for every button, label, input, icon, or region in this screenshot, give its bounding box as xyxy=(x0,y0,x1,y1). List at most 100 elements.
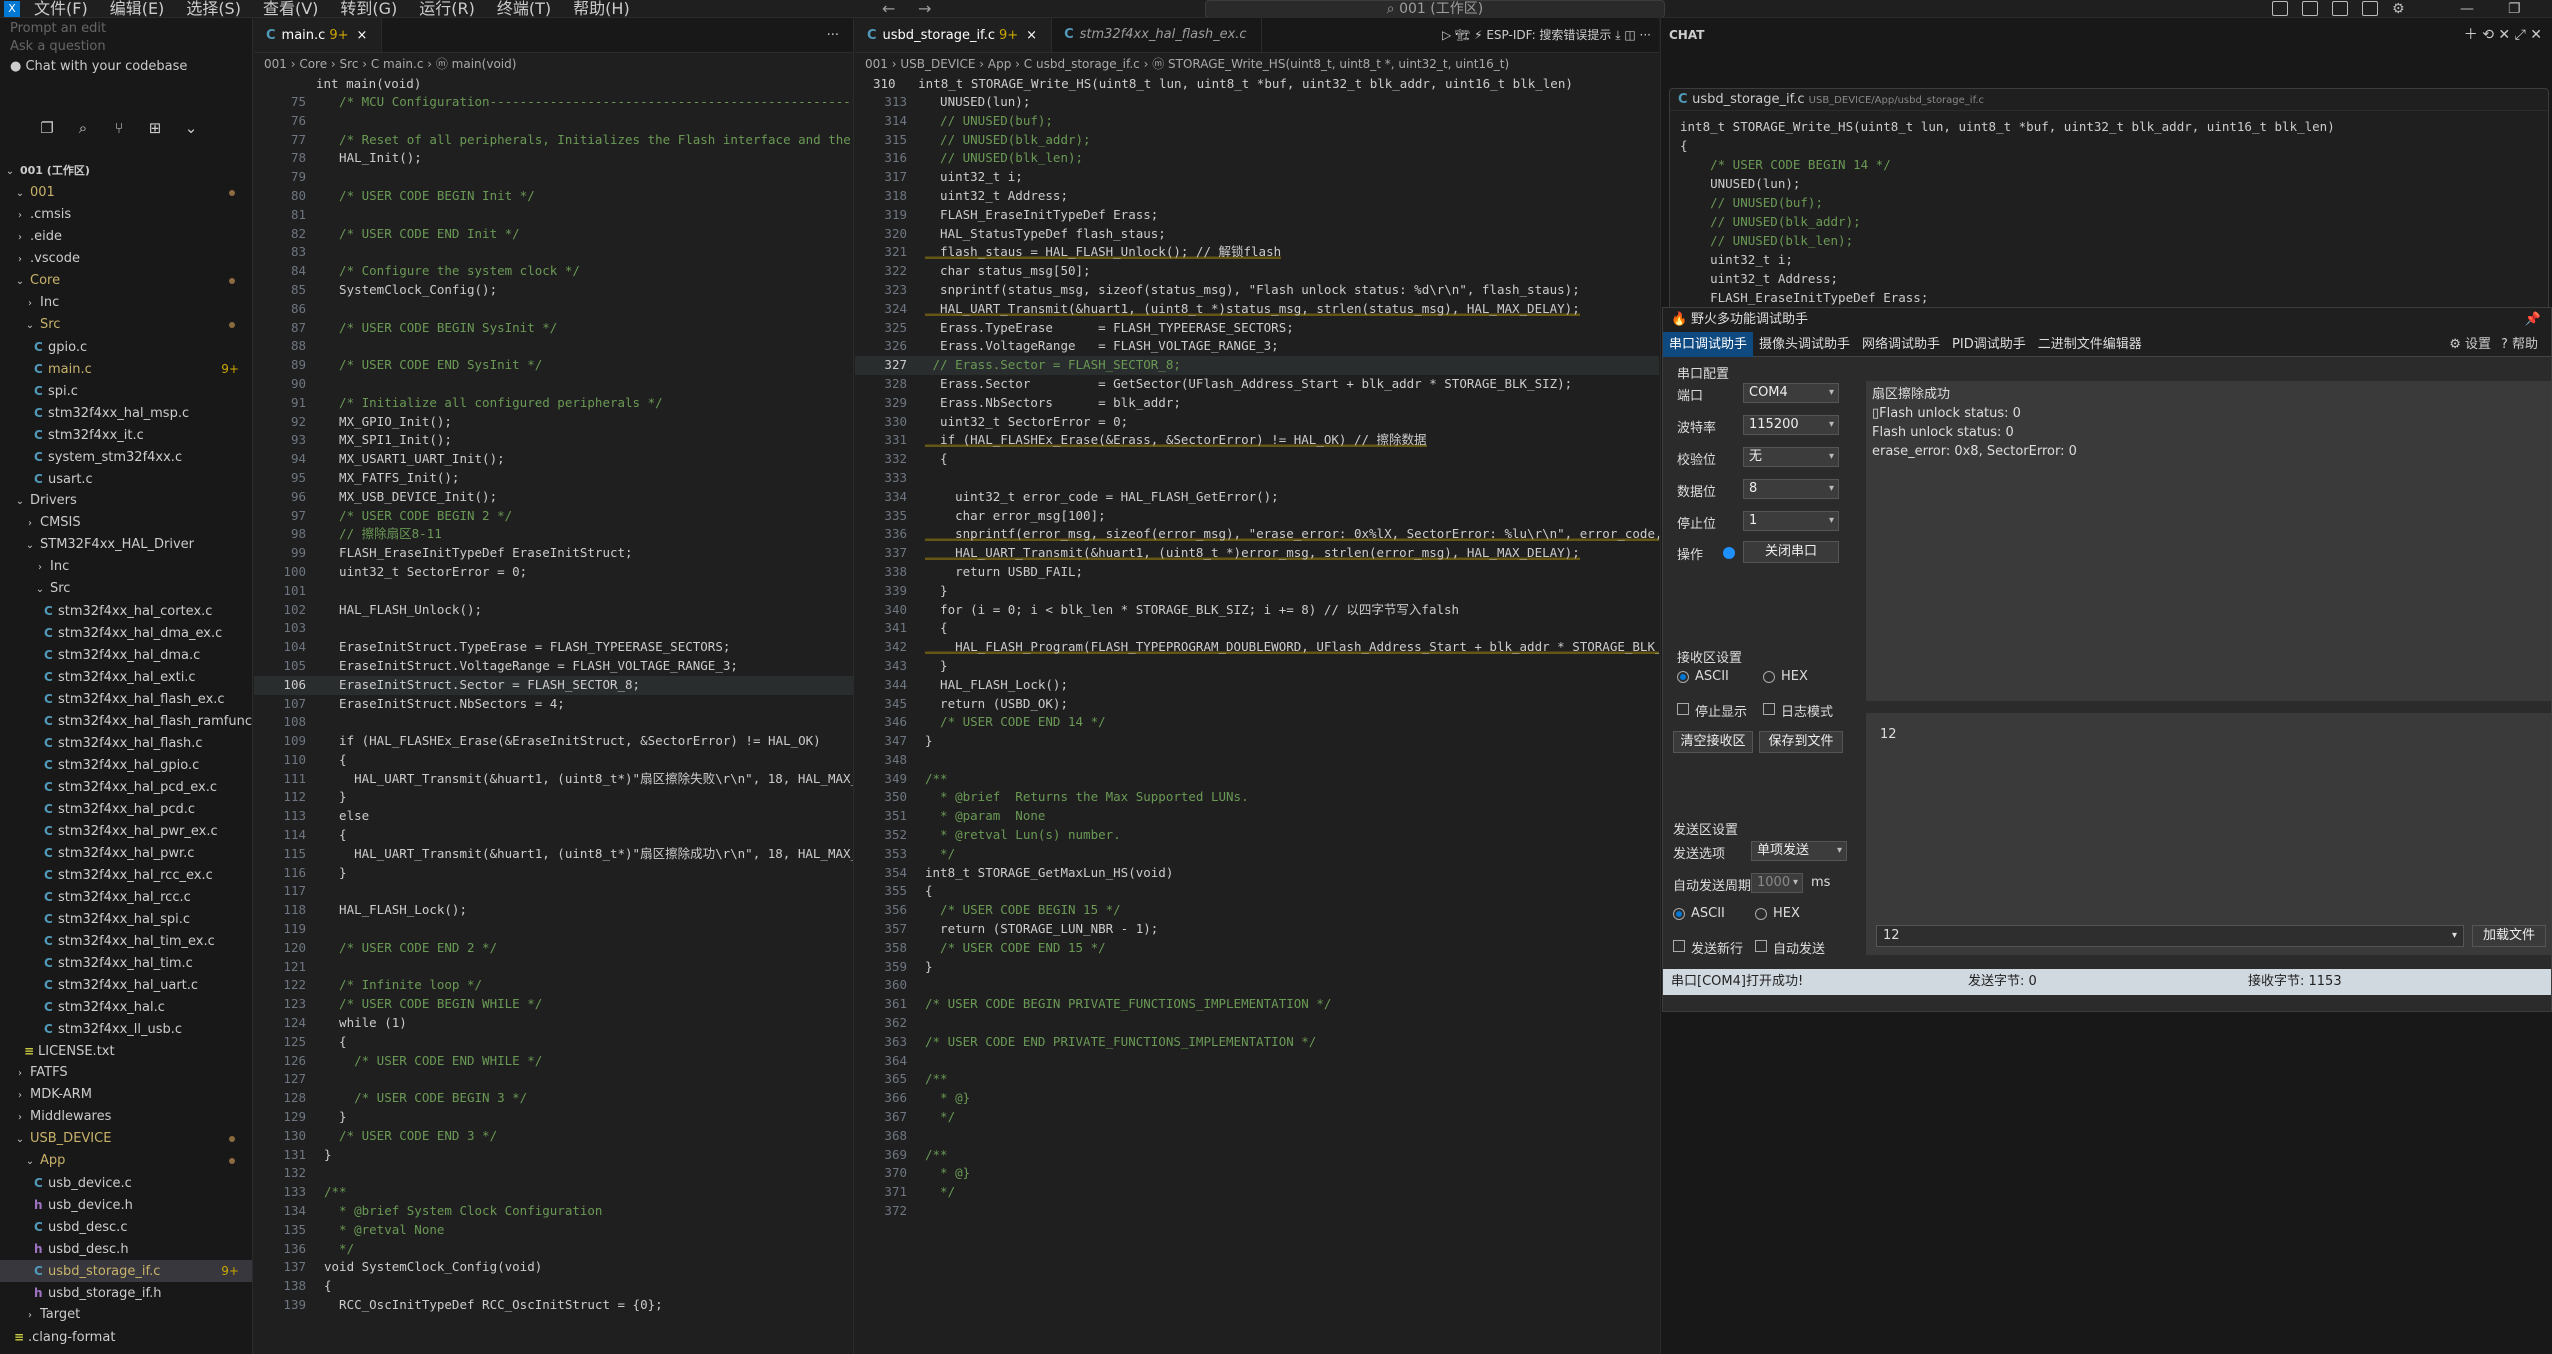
menu-go[interactable]: 转到(G) xyxy=(340,0,397,17)
folder-item[interactable]: ⌄ Core xyxy=(0,270,252,292)
folder-item[interactable]: › .vscode xyxy=(0,248,252,270)
code-line[interactable]: 100 uint32_t SectorError = 0; xyxy=(254,563,853,582)
code-line[interactable]: 354 int8_t STORAGE_GetMaxLun_HS(void) xyxy=(855,864,1659,883)
toggle-sidebar-icon[interactable] xyxy=(2272,1,2288,16)
settings-button[interactable]: ⚙ 设置 xyxy=(2449,332,2491,357)
log-mode-checkbox[interactable] xyxy=(1763,703,1775,715)
recv-hex-radio[interactable] xyxy=(1763,671,1775,683)
toggle-secondary-sidebar-icon[interactable] xyxy=(2332,1,2348,16)
code-line[interactable]: 314 // UNUSED(buf); xyxy=(855,112,1659,131)
folder-item[interactable]: › Middlewares xyxy=(0,1106,252,1128)
back-arrow-icon[interactable]: ← xyxy=(882,0,895,17)
code-line[interactable]: 353 */ xyxy=(855,845,1659,864)
code-line[interactable]: 138 { xyxy=(254,1277,853,1296)
new-chat-icon[interactable]: ＋ xyxy=(2464,27,2482,43)
folder-item[interactable]: › .eide xyxy=(0,226,252,248)
pin-icon[interactable]: 📌 xyxy=(2525,308,2541,332)
chat-with-codebase[interactable]: ● Chat with your codebase xyxy=(0,56,187,78)
code-line[interactable]: 77 /* Reset of all peripherals, Initiali… xyxy=(254,131,853,150)
file-item[interactable]: Cstm32f4xx_ll_usb.c xyxy=(0,1018,252,1040)
command-center-search[interactable]: ⌕ 001 (工作区) xyxy=(1205,0,1665,17)
minimize-icon[interactable]: — xyxy=(2460,0,2474,17)
folder-item[interactable]: › Inc xyxy=(0,556,252,578)
code-line[interactable]: 136 */ xyxy=(254,1240,853,1259)
file-item[interactable]: Cstm32f4xx_hal_flash.c xyxy=(0,732,252,754)
send-ascii-radio[interactable] xyxy=(1673,908,1685,920)
code-line[interactable]: 79 xyxy=(254,168,853,187)
code-area[interactable]: 313 UNUSED(lun); 314 // UNUSED(buf); 315 /… xyxy=(855,93,1659,1221)
folder-item[interactable]: ⌄ Src xyxy=(0,314,252,336)
menu-view[interactable]: 查看(V) xyxy=(263,0,318,17)
code-line[interactable]: 357 return (STORAGE_LUN_NBR - 1); xyxy=(855,920,1659,939)
file-item[interactable]: Cspi.c xyxy=(0,380,252,402)
code-line[interactable]: 108 xyxy=(254,713,853,732)
code-line[interactable]: 319 FLASH_EraseInitTypeDef Erass; xyxy=(855,206,1659,225)
help-button[interactable]: ? 帮助 xyxy=(2501,332,2551,357)
build-icon[interactable]: 🏗 xyxy=(1455,28,1474,42)
code-line[interactable]: 360 xyxy=(855,976,1659,995)
code-line[interactable]: 127 xyxy=(254,1070,853,1089)
clear-recv-button[interactable]: 清空接收区 xyxy=(1673,731,1753,753)
menu-help[interactable]: 帮助(H) xyxy=(573,0,630,17)
history-icon[interactable]: ⟲ xyxy=(2482,27,2498,43)
code-line[interactable]: 363 /* USER CODE END PRIVATE_FUNCTIONS_IM… xyxy=(855,1033,1659,1052)
code-line[interactable]: 119 xyxy=(254,920,853,939)
code-line[interactable]: 318 uint32_t Address; xyxy=(855,187,1659,206)
auto-period-input[interactable]: 1000 xyxy=(1751,873,1803,893)
file-item[interactable]: Cstm32f4xx_hal_cortex.c xyxy=(0,600,252,622)
port-select[interactable]: COM4 xyxy=(1743,383,1839,403)
chat-suggestion-edit[interactable]: Prompt an edit xyxy=(0,20,187,38)
file-item[interactable]: Cstm32f4xx_hal_pwr_ex.c xyxy=(0,820,252,842)
code-line[interactable]: 344 HAL_FLASH_Lock(); xyxy=(855,676,1659,695)
source-control-icon[interactable]: ⑂ xyxy=(110,119,128,137)
file-item[interactable]: Cstm32f4xx_hal_dma.c xyxy=(0,644,252,666)
send-area[interactable]: 12 12 ▾ 加载文件 xyxy=(1866,713,2551,955)
close-icon[interactable]: × xyxy=(356,28,367,43)
tab-camera[interactable]: 摄像头调试助手 xyxy=(1753,332,1856,357)
code-line[interactable]: 328 Erass.Sector = GetSector(UFlash_Addr… xyxy=(855,375,1659,394)
code-line[interactable]: 90 xyxy=(254,375,853,394)
code-line[interactable]: 361 /* USER CODE BEGIN PRIVATE_FUNCTIONS_… xyxy=(855,995,1659,1014)
more-chevron-icon[interactable]: ⌄ xyxy=(182,119,200,137)
expand-icon[interactable]: ⤢ xyxy=(2515,27,2531,43)
code-line[interactable]: 84 /* Configure the system clock */ xyxy=(254,262,853,281)
file-item[interactable]: ≡ LICENSE.txt xyxy=(0,1040,252,1062)
code-line[interactable]: 105 EraseInitStruct.VoltageRange = FLASH… xyxy=(254,657,853,676)
code-line[interactable]: 124 while (1) xyxy=(254,1014,853,1033)
file-item[interactable]: Cstm32f4xx_hal_flash_ex.c xyxy=(0,688,252,710)
recv-ascii-radio[interactable] xyxy=(1677,671,1689,683)
code-line[interactable]: 369 /** xyxy=(855,1146,1659,1165)
search-icon[interactable]: ⌕ xyxy=(74,119,92,137)
code-line[interactable]: 87 /* USER CODE BEGIN SysInit */ xyxy=(254,319,853,338)
file-item[interactable]: Cusart.c xyxy=(0,468,252,490)
code-line[interactable]: 114 { xyxy=(254,826,853,845)
code-line[interactable]: 95 MX_FATFS_Init(); xyxy=(254,469,853,488)
code-line[interactable]: 81 xyxy=(254,206,853,225)
code-line[interactable]: 80 /* USER CODE BEGIN Init */ xyxy=(254,187,853,206)
code-line[interactable]: 83 xyxy=(254,243,853,262)
code-line[interactable]: 111 HAL_UART_Transmit(&huart1, (uint8_t*… xyxy=(254,770,853,789)
code-line[interactable]: 321 flash_staus = HAL_FLASH_Unlock(); //… xyxy=(855,243,1659,262)
code-line[interactable]: 128 /* USER CODE BEGIN 3 */ xyxy=(254,1089,853,1108)
code-line[interactable]: 82 /* USER CODE END Init */ xyxy=(254,225,853,244)
code-line[interactable]: 133 /** xyxy=(254,1183,853,1202)
split-editor-icon[interactable]: ◫ xyxy=(1624,28,1639,42)
tab-binary-editor[interactable]: 二进制文件编辑器 xyxy=(2032,332,2148,357)
file-item[interactable]: Cstm32f4xx_hal_tim_ex.c xyxy=(0,930,252,952)
tab-hal-flash-ex[interactable]: Cstm32f4xx_hal_flash_ex.c xyxy=(1052,18,1262,52)
folder-item[interactable]: › Inc xyxy=(0,292,252,314)
baud-select[interactable]: 115200 xyxy=(1743,415,1839,435)
code-line[interactable]: 97 /* USER CODE BEGIN 2 */ xyxy=(254,507,853,526)
file-item[interactable]: ≡ .clang-format xyxy=(0,1326,252,1348)
file-item[interactable]: Cstm32f4xx_hal_gpio.c xyxy=(0,754,252,776)
code-line[interactable]: 326 Erass.VoltageRange = FLASH_VOLTAGE_R… xyxy=(855,337,1659,356)
file-item[interactable]: Cstm32f4xx_it.c xyxy=(0,424,252,446)
folder-item[interactable]: › CMSIS xyxy=(0,512,252,534)
file-item[interactable]: h usbd_storage_if.h xyxy=(0,1282,252,1304)
file-item[interactable]: Csystem_stm32f4xx.c xyxy=(0,446,252,468)
code-line[interactable]: 345 return (USBD_OK); xyxy=(855,695,1659,714)
code-line[interactable]: 120 /* USER CODE END 2 */ xyxy=(254,939,853,958)
code-line[interactable]: 94 MX_USART1_UART_Init(); xyxy=(254,450,853,469)
close-port-button[interactable]: 关闭串口 xyxy=(1743,541,1839,563)
code-area[interactable]: 75 /* MCU Configuration-----------------… xyxy=(254,93,853,1315)
